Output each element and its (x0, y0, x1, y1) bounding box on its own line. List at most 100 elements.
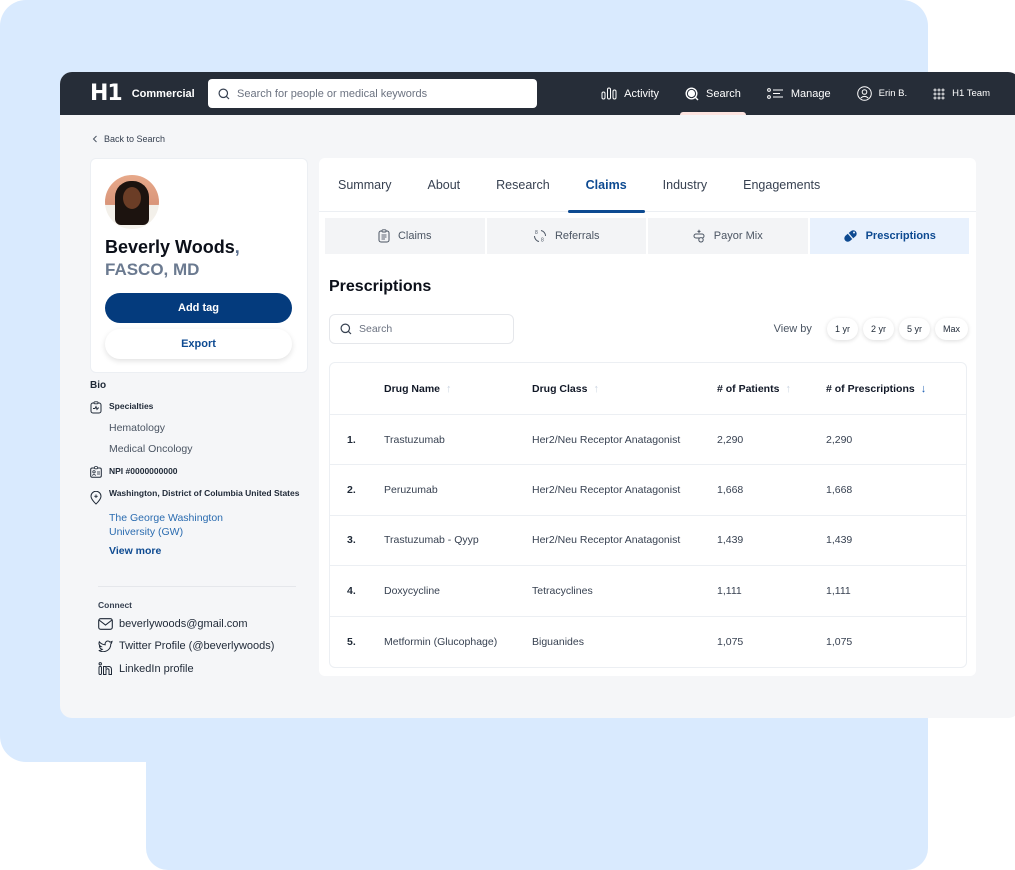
nav-team[interactable]: H1 Team (920, 72, 1015, 115)
rank-cell: 4. (347, 584, 356, 597)
institution-link[interactable]: The George Washington University (GW) (90, 511, 240, 539)
prescriptions-count-cell: 1,111 (826, 584, 851, 597)
export-button[interactable]: Export (105, 329, 292, 359)
drug-class-cell: Tetracyclines (532, 584, 593, 597)
top-nav: H1 Commercial Activity Search (60, 72, 1015, 115)
app-window: H1 Commercial Activity Search (60, 72, 1015, 718)
brand-name: Commercial (131, 87, 195, 100)
sort-down-icon[interactable]: ↓ (921, 383, 927, 395)
email-text: beverlywoods@gmail.com (119, 618, 248, 630)
table-row[interactable]: 3. Trastuzumab - Qyyp Her2/Neu Receptor An… (330, 516, 966, 567)
prescriptions-search[interactable] (329, 314, 514, 344)
id-badge-icon (90, 466, 102, 478)
subtab-claims-label: Claims (397, 230, 432, 242)
sort-up-icon[interactable]: ↑ (785, 383, 791, 395)
nav-manage[interactable]: Manage (754, 72, 844, 115)
drug-name-cell: Metformin (Glucophage) (384, 635, 498, 648)
table-row[interactable]: 5. Metformin (Glucophage) Biguanides 1,075 1… (330, 617, 966, 667)
prescriptions-title: Prescriptions (329, 278, 432, 295)
subtab-claims[interactable]: Claims (325, 218, 485, 254)
clipboard-icon (378, 229, 390, 243)
global-search-input[interactable] (237, 87, 517, 100)
location-row: Washington, District of Columbia United … (90, 488, 300, 505)
drug-name-header[interactable]: Drug Name ↑ (384, 383, 532, 395)
logo[interactable]: H1 Commercial (90, 81, 195, 106)
logo-mark: H1 (90, 81, 123, 106)
range-5yr-button[interactable]: 5 yr (898, 318, 930, 340)
tab-about[interactable]: About (427, 158, 460, 212)
chevron-left-icon (92, 135, 98, 143)
patients-header[interactable]: # of Patients ↑ (717, 383, 826, 395)
location-text: Washington, District of Columbia United … (109, 488, 300, 498)
prescriptions-count-cell: 1,439 (826, 534, 853, 547)
patients-header-label: # of Patients (717, 382, 780, 395)
nav-items: Activity Search Manage Erin B. H1 Team (588, 72, 1015, 115)
range-max-button[interactable]: Max (934, 318, 968, 340)
nav-activity[interactable]: Activity (588, 72, 672, 115)
tab-summary[interactable]: Summary (338, 158, 391, 212)
add-tag-button[interactable]: Add tag (105, 293, 292, 323)
patients-cell: 1,111 (717, 584, 742, 597)
prescriptions-table: Drug Name ↑ Drug Class ↑ # of Patients ↑… (329, 362, 967, 668)
patients-cell: 1,075 (717, 635, 744, 648)
prescriptions-count-header[interactable]: # of Prescriptions ↓ (826, 383, 966, 395)
sort-up-icon[interactable]: ↑ (593, 383, 599, 395)
search-icon (685, 86, 699, 101)
tab-industry[interactable]: Industry (663, 158, 707, 212)
rank-cell: 2. (347, 484, 356, 497)
table-row[interactable]: 1. Trastuzumab Her2/Neu Receptor Anatagoni… (330, 415, 966, 466)
drug-class-header[interactable]: Drug Class ↑ (532, 383, 717, 395)
user-circle-icon (856, 86, 872, 101)
prescriptions-count-cell: 1,075 (826, 635, 853, 648)
bio-title: Bio (90, 380, 107, 391)
payor-icon (693, 229, 706, 243)
prescriptions-search-input[interactable] (359, 323, 499, 335)
email-link[interactable]: beverlywoods@gmail.com (98, 618, 248, 630)
drug-class-cell: Her2/Neu Receptor Anatagonist (532, 484, 681, 497)
range-2yr-button[interactable]: 2 yr (862, 318, 894, 340)
tab-engagements[interactable]: Engagements (743, 158, 820, 212)
bio-section: Bio Specialties Hematology Medical Oncol… (90, 380, 300, 557)
sort-up-icon[interactable]: ↑ (446, 383, 452, 395)
nav-search[interactable]: Search (672, 72, 754, 115)
profile-credentials: FASCO, MD (105, 260, 200, 279)
view-more-link[interactable]: View more (90, 545, 300, 557)
subtab-referrals[interactable]: 88 Referrals (486, 218, 646, 254)
specialty-item: Medical Oncology (109, 443, 193, 455)
svg-text:8: 8 (541, 238, 544, 244)
twitter-link[interactable]: Twitter Profile (@beverlywoods) (98, 640, 274, 652)
referral-cycle-icon: 88 (533, 229, 547, 243)
profile-name-text: Beverly Woods (105, 237, 235, 257)
search-icon (218, 88, 230, 100)
pill-icon (843, 229, 858, 243)
drug-name-cell: Trastuzumab - Qyyp (384, 534, 479, 547)
patients-cell: 1,668 (717, 484, 744, 497)
nav-user-label: Erin B. (878, 88, 908, 99)
table-row[interactable]: 4. Doxycycline Tetracyclines 1,111 1,111 (330, 566, 966, 617)
search-icon (340, 323, 352, 335)
claims-subtabs: Claims 88 Referrals Payor Mix Prescripti… (325, 218, 969, 254)
subtab-prescriptions[interactable]: Prescriptions (809, 218, 969, 254)
nav-user[interactable]: Erin B. (844, 72, 921, 115)
drug-class-header-label: Drug Class (532, 382, 588, 395)
global-search[interactable] (208, 79, 537, 108)
tab-claims[interactable]: Claims (567, 158, 645, 213)
map-pin-icon (90, 491, 102, 505)
tab-research[interactable]: Research (496, 158, 550, 212)
view-by-controls: View by 1 yr 2 yr 5 yr Max (774, 318, 968, 340)
drug-name-cell: Peruzumab (384, 484, 438, 497)
backdrop-shape-lower (146, 700, 928, 870)
linkedin-link[interactable]: LinkedIn profile (98, 662, 194, 675)
clipboard-pulse-icon (90, 401, 102, 414)
range-1yr-button[interactable]: 1 yr (826, 318, 858, 340)
table-header: Drug Name ↑ Drug Class ↑ # of Patients ↑… (330, 363, 966, 415)
twitter-text: Twitter Profile (@beverlywoods) (119, 640, 275, 652)
back-to-search-link[interactable]: Back to Search (92, 134, 165, 144)
npi-number: NPI #0000000000 (109, 466, 178, 476)
activity-bars-icon (601, 87, 617, 100)
linkedin-icon (98, 662, 113, 675)
drug-name-header-label: Drug Name (384, 382, 441, 395)
list-icon (766, 87, 784, 100)
subtab-payor-mix[interactable]: Payor Mix (648, 218, 808, 254)
table-row[interactable]: 2. Peruzumab Her2/Neu Receptor Anatagonist… (330, 465, 966, 516)
